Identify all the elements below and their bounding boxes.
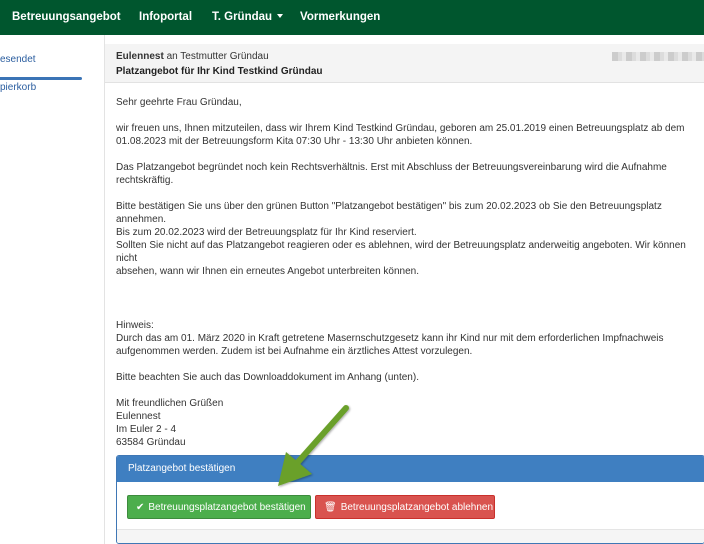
body-paragraph-confirm: Bitte bestätigen Sie uns über den grünen… <box>116 201 686 277</box>
decline-offer-label: Betreuungsplatzangebot ablehnen <box>340 502 494 513</box>
confirm-offer-button[interactable]: ✔ Betreuungsplatzangebot bestätigen <box>127 495 311 519</box>
greeting: Sehr geehrte Frau Gründau, <box>116 97 242 108</box>
body-paragraph-offer: wir freuen uns, Ihnen mitzuteilen, dass … <box>116 123 685 147</box>
nav-user-label: T. Gründau <box>212 11 273 23</box>
confirm-offer-panel: Platzangebot bestätigen ✔ Betreuungsplatz… <box>116 455 704 544</box>
check-icon: ✔ <box>136 502 145 513</box>
decline-offer-button[interactable]: 🗑 Betreuungsplatzangebot ablehnen <box>315 495 495 519</box>
caret-down-icon <box>277 14 284 18</box>
signature: Mit freundlichen Grüßen Eulennest Im Eul… <box>116 398 224 448</box>
body-paragraph-legal: Das Platzangebot begründet noch kein Rec… <box>116 162 667 186</box>
nav-betreuungsangebot[interactable]: Betreuungsangebot <box>12 11 121 23</box>
message-body: Sehr geehrte Frau Gründau, wir freuen un… <box>116 96 704 449</box>
sidebar: esendet pierkorb <box>0 35 105 544</box>
message-header: Eulennest an Testmutter Gründau Platzang… <box>105 44 704 83</box>
message-from-line: Eulennest an Testmutter Gründau <box>116 51 269 62</box>
green-arrow-icon <box>278 405 349 486</box>
blurred-date <box>612 52 704 61</box>
sidebar-active-indicator <box>0 77 82 80</box>
body-paragraph-download: Bitte beachten Sie auch das Downloaddoku… <box>116 372 419 383</box>
sidebar-item-papierkorb[interactable]: pierkorb <box>0 82 36 93</box>
nav-infoportal[interactable]: Infoportal <box>139 11 192 23</box>
panel-footer <box>117 529 704 543</box>
nav-vormerkungen[interactable]: Vormerkungen <box>300 11 380 23</box>
panel-title: Platzangebot bestätigen <box>117 456 704 482</box>
nav-user-menu[interactable]: T. Gründau <box>212 11 284 23</box>
confirm-offer-label: Betreuungsplatzangebot bestätigen <box>148 502 306 513</box>
message-subject: Platzangebot für Ihr Kind Testkind Gründ… <box>116 66 323 77</box>
trash-icon: 🗑 <box>324 502 337 513</box>
top-navbar: Betreuungsangebot Infoportal T. Gründau … <box>0 0 704 35</box>
body-paragraph-hint: Hinweis: Durch das am 01. März 2020 in K… <box>116 320 664 357</box>
sidebar-item-gesendet[interactable]: esendet <box>0 54 36 65</box>
message-sender: Eulennest <box>116 51 164 62</box>
message-recipient: an Testmutter Gründau <box>163 51 269 62</box>
